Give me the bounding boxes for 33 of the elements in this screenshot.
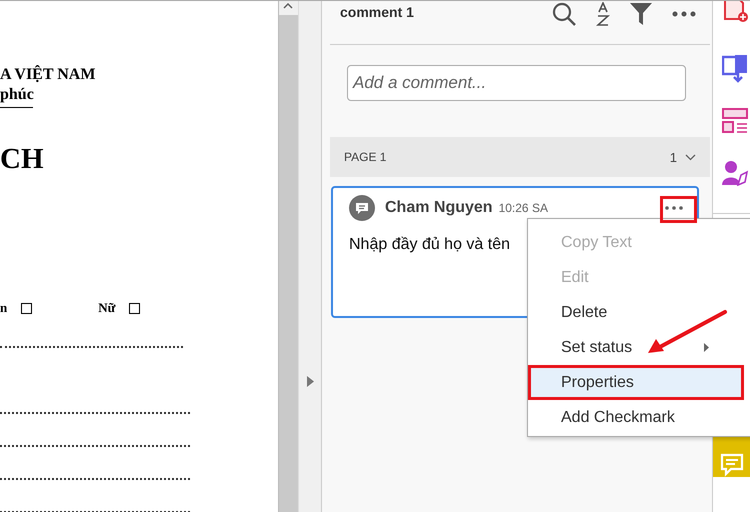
scrollbar[interactable] bbox=[279, 1, 298, 512]
document-text: CH bbox=[0, 142, 44, 176]
filter-icon[interactable] bbox=[630, 3, 652, 25]
page-group-header[interactable]: PAGE 1 1 bbox=[330, 137, 710, 177]
comment-icon bbox=[720, 453, 744, 477]
comment-author: Cham Nguyen bbox=[385, 199, 493, 217]
layout-icon bbox=[722, 108, 748, 134]
document-text: Nữ bbox=[98, 300, 116, 316]
comment-text: Nhập đầy đủ họ và tên bbox=[349, 236, 510, 254]
document-text: phúc bbox=[0, 85, 35, 105]
page-label: PAGE 1 bbox=[344, 150, 388, 164]
checkbox[interactable] bbox=[129, 302, 140, 314]
document-export-icon bbox=[722, 55, 748, 83]
checkbox[interactable] bbox=[21, 302, 32, 314]
comment-avatar-icon bbox=[349, 195, 375, 221]
menu-item[interactable]: Set status bbox=[528, 330, 750, 365]
panel-title: comment 1 bbox=[340, 4, 414, 20]
sort-icon[interactable] bbox=[596, 2, 610, 26]
scroll-up-icon[interactable] bbox=[283, 3, 293, 9]
menu-item[interactable]: Properties bbox=[528, 365, 744, 400]
search-icon[interactable] bbox=[552, 2, 576, 26]
chevron-icon[interactable] bbox=[685, 154, 696, 160]
comment-time: 10:26 SA bbox=[498, 201, 548, 215]
more-icon[interactable] bbox=[672, 11, 696, 17]
document-text: A VIỆT NAM bbox=[0, 65, 96, 85]
person-pen-icon bbox=[722, 160, 748, 186]
comment-count: 1 bbox=[670, 150, 677, 164]
highlight-frame bbox=[660, 196, 697, 223]
comment-input[interactable]: Add a comment... bbox=[347, 65, 686, 101]
expand-arrow-icon[interactable] bbox=[306, 376, 314, 387]
menu-item[interactable]: Add Checkmark bbox=[528, 400, 750, 435]
document-text: n bbox=[0, 300, 8, 316]
submenu-arrow-icon bbox=[704, 343, 709, 352]
